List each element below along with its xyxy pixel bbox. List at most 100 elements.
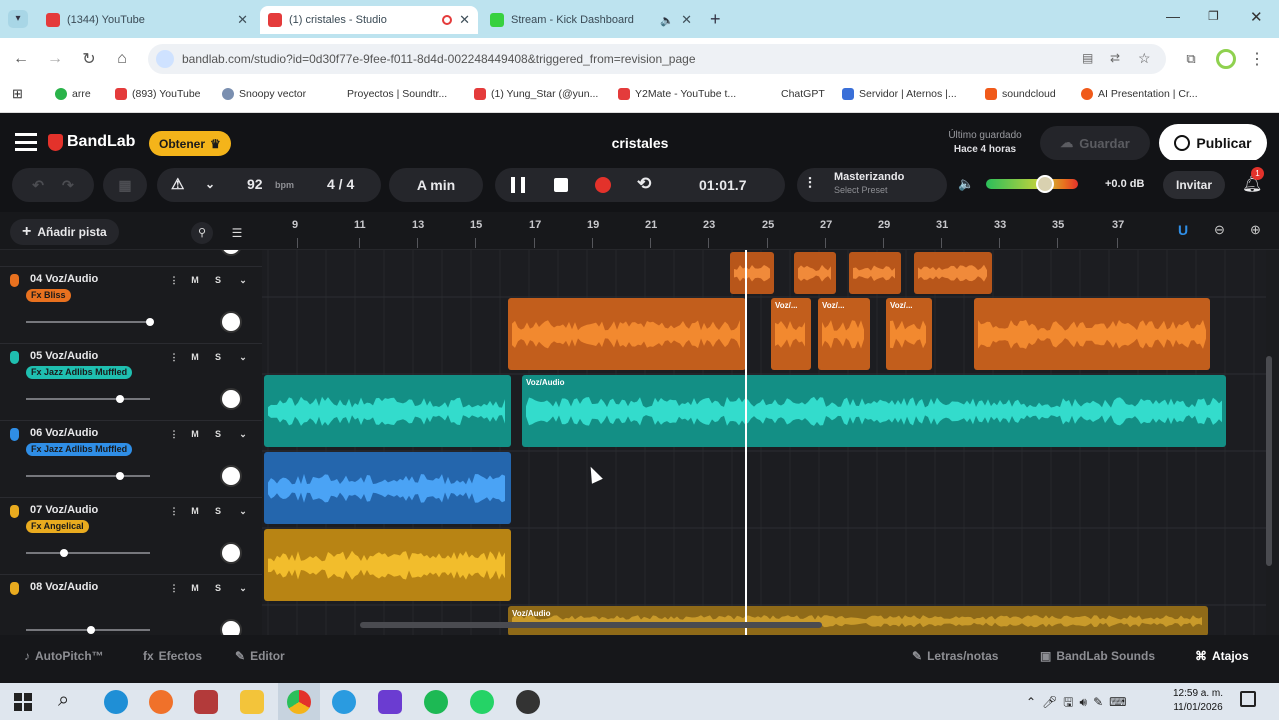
tab-studio[interactable]: (1) cristales - Studio ✕	[260, 6, 478, 34]
solo-button[interactable]: S	[209, 349, 227, 365]
lyrics-button[interactable]: ✎ Letras/notas	[912, 649, 998, 663]
bandlab-sounds-button[interactable]: ▣ BandLab Sounds	[1040, 649, 1155, 663]
spotify-icon[interactable]	[424, 690, 448, 714]
bar-number[interactable]: 23	[703, 219, 715, 231]
tab-youtube[interactable]: (1344) YouTube ✕	[38, 6, 256, 34]
track-options-icon[interactable]: ⋮	[165, 349, 183, 365]
bar-number[interactable]: 15	[470, 219, 482, 231]
clipchamp-icon[interactable]	[378, 690, 402, 714]
firefox-icon[interactable]	[149, 690, 173, 714]
bookmark-youtube[interactable]: (893) YouTube	[115, 88, 201, 100]
mute-button[interactable]: M	[186, 349, 204, 365]
get-membership-button[interactable]: Obtener ♛	[149, 131, 231, 156]
time-signature[interactable]: 4 / 4	[327, 176, 354, 192]
back-button[interactable]: ←	[10, 48, 32, 70]
apps-icon[interactable]: ⊞	[12, 86, 23, 102]
tab-search-button[interactable]: ▾	[8, 10, 28, 28]
mute-button[interactable]: M	[186, 580, 204, 596]
audio-clip[interactable]: Voz/Audio	[508, 606, 1208, 635]
minimize-window-button[interactable]: —	[1166, 8, 1180, 24]
audio-clip[interactable]	[849, 252, 901, 294]
notification-center-icon[interactable]	[1240, 691, 1256, 707]
chevron-down-icon[interactable]: ⌄	[205, 177, 215, 191]
expand-chevron-icon[interactable]: ⌄	[234, 503, 252, 519]
audio-clip[interactable]	[794, 252, 836, 294]
volume-slider[interactable]	[26, 318, 154, 326]
editor-button[interactable]: ✎ Editor	[235, 649, 285, 663]
new-tab-button[interactable]: +	[710, 9, 721, 30]
bookmark-star-icon[interactable]: ☆	[1138, 50, 1151, 67]
save-button[interactable]: ☁ Guardar	[1040, 126, 1150, 160]
track-options-icon[interactable]: ⋮	[165, 580, 183, 596]
pan-knob[interactable]	[220, 542, 242, 564]
bar-number[interactable]: 35	[1052, 219, 1064, 231]
audio-clip[interactable]: Voz/Audio	[522, 375, 1226, 447]
project-title[interactable]: cristales	[600, 135, 680, 151]
solo-button[interactable]: S	[209, 503, 227, 519]
audio-clip[interactable]: Voz/...	[771, 298, 811, 370]
edge-dev-icon[interactable]	[332, 690, 356, 714]
bookmark-ai-presentation[interactable]: AI Presentation | Cr...	[1081, 88, 1198, 100]
vertical-scrollbar[interactable]	[1266, 356, 1272, 566]
bookmark-snoopy[interactable]: Snoopy vector	[222, 88, 306, 100]
metronome-icon[interactable]: ⚠	[171, 175, 184, 193]
bookmark-y2mate[interactable]: Y2Mate - YouTube t...	[618, 88, 736, 100]
bandlab-logo[interactable]: BandLab	[48, 133, 135, 151]
snap-magnet-icon[interactable]: U	[1178, 222, 1188, 238]
whatsapp-icon[interactable]	[470, 690, 494, 714]
expand-chevron-icon[interactable]: ⌄	[234, 580, 252, 596]
pause-button[interactable]	[511, 177, 525, 193]
bar-number[interactable]: 37	[1112, 219, 1124, 231]
bookmark-yung-star[interactable]: (1) Yung_Star (@yun...	[474, 88, 598, 100]
bookmark-arre[interactable]: arre	[55, 88, 91, 100]
tuner-icon[interactable]: ⚲	[191, 222, 213, 244]
bar-number[interactable]: 9	[292, 219, 298, 231]
track-name[interactable]: 07 Voz/Audio	[30, 504, 98, 516]
bar-number[interactable]: 19	[587, 219, 599, 231]
automation-icon[interactable]: ☰	[226, 222, 248, 244]
obs-icon[interactable]	[516, 690, 540, 714]
bar-number[interactable]: 27	[820, 219, 832, 231]
address-bar[interactable]: bandlab.com/studio?id=0d30f77e-9fee-f011…	[148, 44, 1166, 74]
timeline-canvas[interactable]: Voz/... Voz/... Voz/... Voz/Audio Voz/Audio	[262, 250, 1266, 635]
bar-number[interactable]: 17	[529, 219, 541, 231]
close-window-button[interactable]: ✕	[1250, 8, 1263, 26]
audio-clip[interactable]: Voz/...	[818, 298, 870, 370]
add-track-button[interactable]: + Añadir pista	[10, 219, 119, 245]
bookmark-aternos[interactable]: Servidor | Aternos |...	[842, 88, 957, 100]
site-info-icon[interactable]	[156, 50, 174, 68]
audio-clip[interactable]	[264, 529, 511, 601]
volume-slider[interactable]	[26, 472, 150, 480]
expand-chevron-icon[interactable]: ⌄	[234, 272, 252, 288]
forward-button[interactable]: →	[44, 48, 66, 70]
zoom-in-icon[interactable]: ⊕	[1250, 222, 1261, 238]
track-effect-badge[interactable]: Fx Angelical	[26, 520, 89, 533]
mute-master-icon[interactable]: 🔈	[958, 176, 974, 192]
audio-clip[interactable]	[730, 252, 774, 294]
translate-icon[interactable]: ⇄	[1110, 51, 1120, 65]
notifications-bell-icon[interactable]: 🔔︎ 1	[1242, 167, 1264, 194]
horizontal-scrollbar[interactable]	[360, 622, 822, 628]
edge-icon[interactable]	[104, 690, 128, 714]
volume-thumb[interactable]	[87, 626, 95, 634]
track-header[interactable]: 08 Voz/Audio ⋮ M S ⌄	[0, 575, 262, 635]
invite-button[interactable]: Invitar	[1163, 171, 1225, 199]
playhead[interactable]	[745, 250, 747, 635]
solo-button[interactable]: S	[209, 272, 227, 288]
undo-icon[interactable]: ↶	[32, 177, 44, 194]
audio-clip[interactable]	[264, 375, 511, 447]
bookmark-chatgpt[interactable]: ChatGPT	[764, 88, 825, 100]
system-tray-icons[interactable]: ⌃🎤︎🖫🔊︎✎⌨	[1026, 693, 1132, 714]
restore-window-button[interactable]: ❐	[1208, 9, 1219, 23]
track-effect-badge[interactable]: Fx Jazz Adlibs Muffled	[26, 443, 133, 456]
audio-clip[interactable]	[508, 298, 746, 370]
media-player-icon[interactable]	[194, 690, 218, 714]
clock[interactable]: 12:59 a. m. 11/01/2026	[1168, 687, 1228, 715]
mute-button[interactable]: M	[186, 426, 204, 442]
windows-start-icon[interactable]	[14, 693, 32, 711]
tab-kick[interactable]: Stream - Kick Dashboard 🔈 ✕	[482, 6, 700, 34]
shortcuts-button[interactable]: ⌘ Atajos	[1195, 649, 1249, 663]
track-header[interactable]: 05 Voz/Audio Fx Jazz Adlibs Muffled ⋮ M S ⌄	[0, 344, 262, 421]
volume-thumb[interactable]	[116, 395, 124, 403]
volume-slider[interactable]	[26, 395, 150, 403]
